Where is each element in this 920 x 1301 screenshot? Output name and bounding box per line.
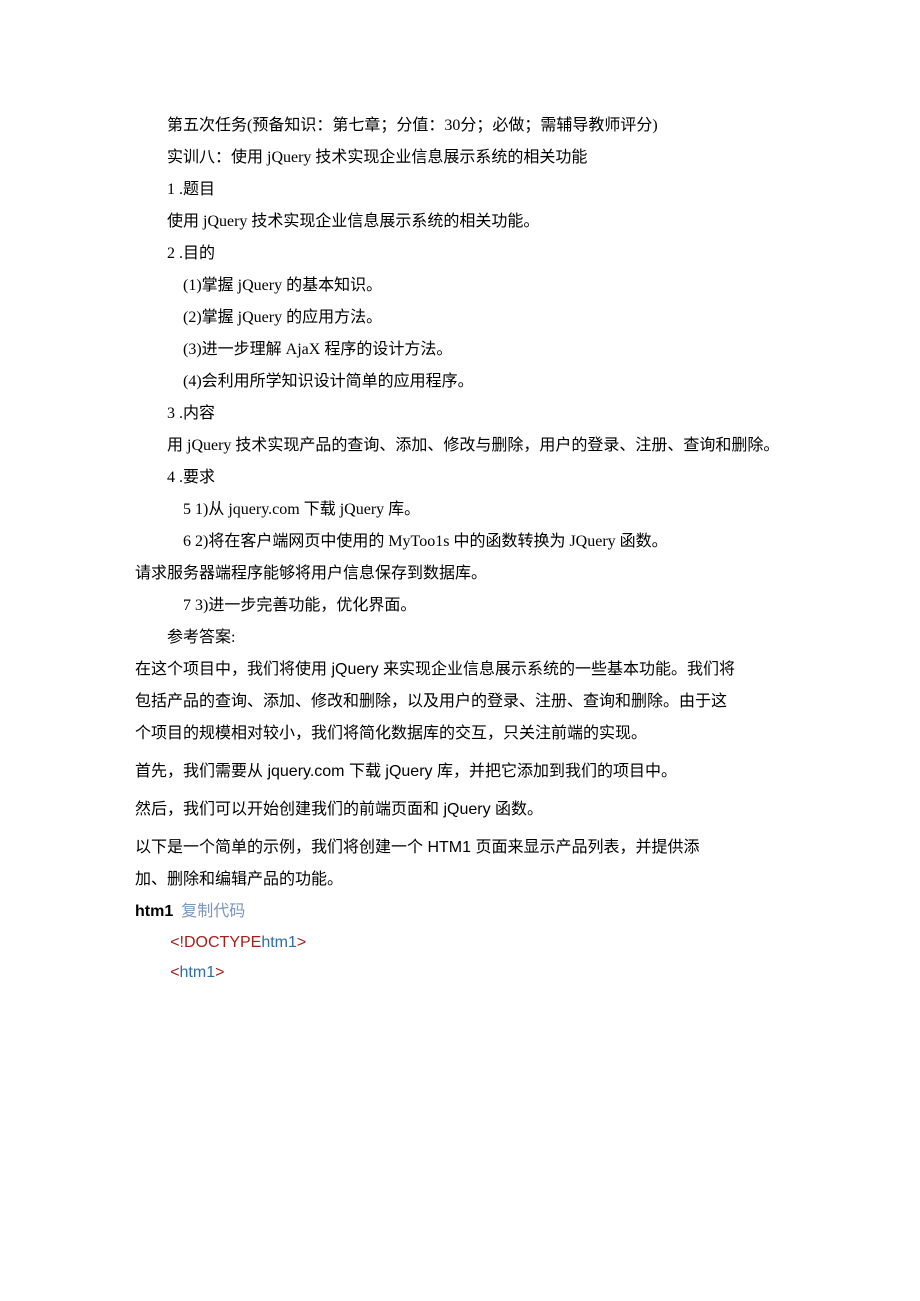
section-purpose: 2 .目的 [135,238,785,270]
answer-p1-l3: 个项目的规模相对较小，我们将简化数据库的交互，只关注前端的实现。 [135,718,785,750]
document-page: 第五次任务(预备知识：第七章；分值：30分；必做；需辅导教师评分) 实训八：使用… [0,0,920,1301]
purpose-item-4: (4)会利用所学知识设计简单的应用程序。 [135,366,785,398]
section-topic: 1 .题目 [135,174,785,206]
answer-p4-l1: 以下是一个简单的示例，我们将创建一个 HTM1 页面来显示产品列表，并提供添 [135,832,785,864]
code-block: <!DOCTYPEhtm1> <htm1> [135,928,785,989]
purpose-item-1: (1)掌握 jQuery 的基本知识。 [135,270,785,302]
code-token: htm1 [180,964,216,981]
code-token: htm1 [261,934,297,951]
code-token: DOCTYPE [184,934,261,951]
req-item-2: 6 2)将在客户端网页中使用的 MyToo1s 中的函数转换为 JQuery 函… [135,526,785,558]
code-token: > [297,934,306,951]
code-line-2: <htm1> [170,958,785,988]
training-title: 实训八：使用 jQuery 技术实现企业信息展示系统的相关功能 [135,142,785,174]
section-content: 3 .内容 [135,398,785,430]
answer-p1-l1: 在这个项目中，我们将使用 jQuery 来实现企业信息展示系统的一些基本功能。我… [135,654,785,686]
code-token: <! [170,934,184,951]
code-lang-label: htm1 [135,903,173,920]
answer-p1-l2: 包括产品的查询、添加、修改和删除，以及用户的登录、注册、查询和删除。由于这 [135,686,785,718]
answer-p4-l2: 加、删除和编辑产品的功能。 [135,864,785,896]
code-header: htm1 复制代码 [135,896,785,928]
req-item-1: 5 1)从 jquery.com 下载 jQuery 库。 [135,494,785,526]
answer-label: 参考答案: [135,622,785,654]
topic-desc: 使用 jQuery 技术实现企业信息展示系统的相关功能。 [135,206,785,238]
code-token: > [215,964,224,981]
code-line-1: <!DOCTYPEhtm1> [170,928,785,958]
answer-p2: 首先，我们需要从 jquery.com 下载 jQuery 库，并把它添加到我们… [135,756,785,788]
copy-code-link[interactable]: 复制代码 [181,903,245,920]
purpose-item-2: (2)掌握 jQuery 的应用方法。 [135,302,785,334]
content-desc: 用 jQuery 技术实现产品的查询、添加、修改与删除，用户的登录、注册、查询和… [135,430,785,462]
purpose-item-3: (3)进一步理解 AjaX 程序的设计方法。 [135,334,785,366]
req-item-2b: 请求服务器端程序能够将用户信息保存到数据库。 [135,558,785,590]
answer-p3: 然后，我们可以开始创建我们的前端页面和 jQuery 函数。 [135,794,785,826]
task-header: 第五次任务(预备知识：第七章；分值：30分；必做；需辅导教师评分) [135,110,785,142]
section-requirement: 4 .要求 [135,462,785,494]
code-token: < [170,964,179,981]
answer-block: 在这个项目中，我们将使用 jQuery 来实现企业信息展示系统的一些基本功能。我… [135,654,785,896]
req-item-3: 7 3)进一步完善功能，优化界面。 [135,590,785,622]
